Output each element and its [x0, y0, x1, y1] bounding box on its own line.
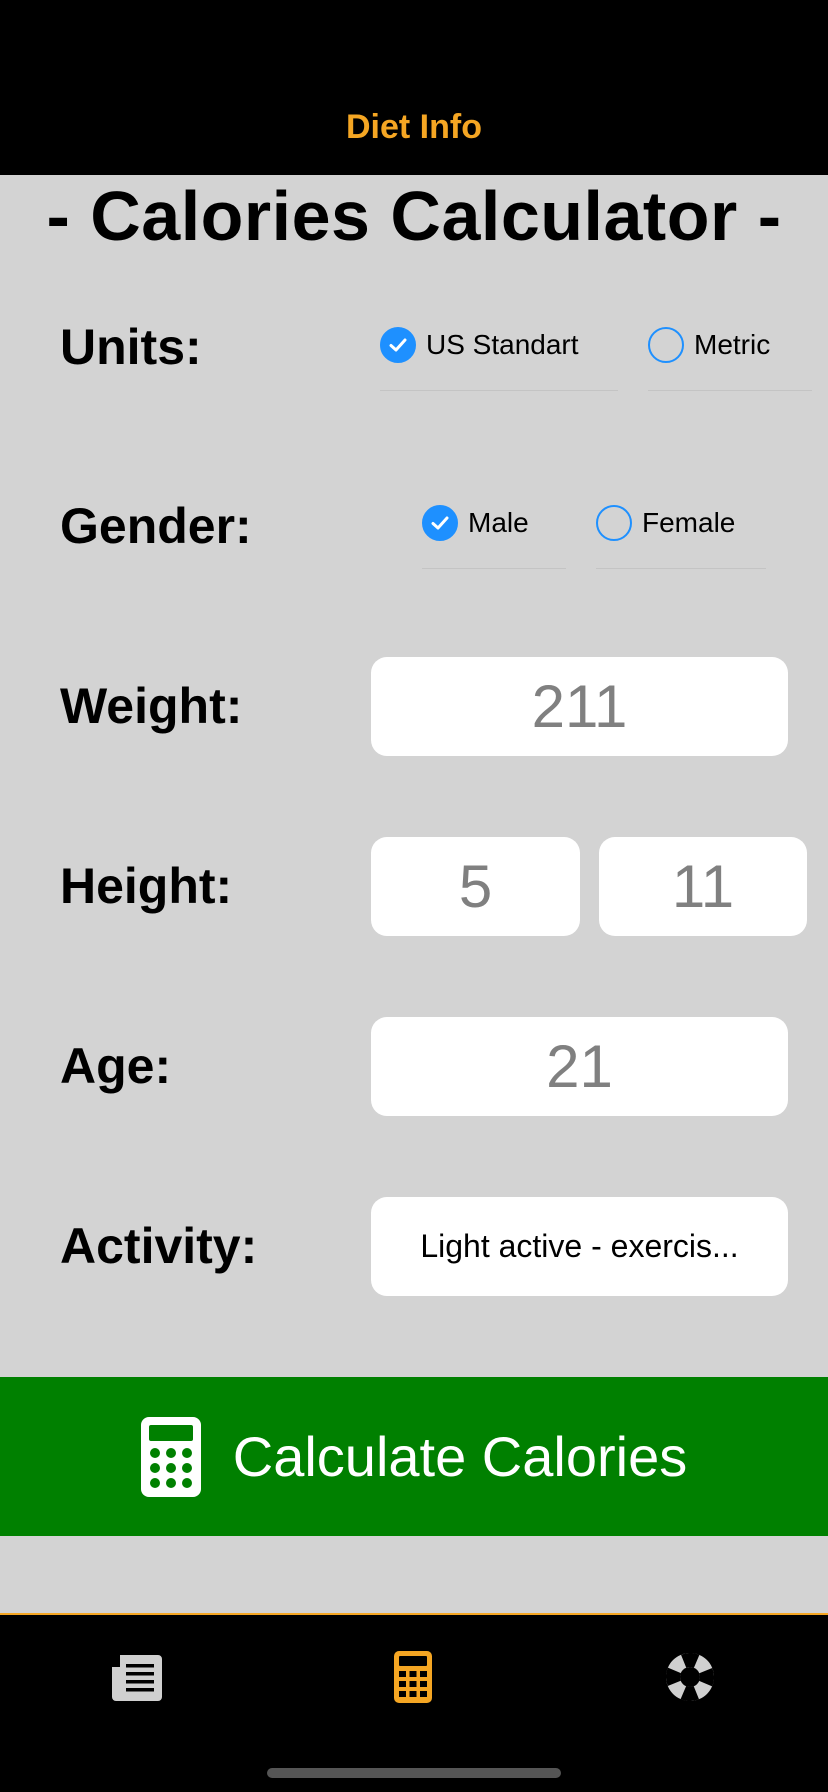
radio-label: Metric [694, 329, 771, 360]
weight-input[interactable]: 211 [371, 657, 788, 756]
units-us-standard-radio[interactable]: US Standart [380, 320, 579, 370]
radio-checked-icon [422, 505, 458, 541]
height-feet-input[interactable]: 5 [371, 837, 580, 936]
activity-select[interactable]: Light active - exercis... [371, 1197, 788, 1296]
nav-title: Diet Info [346, 108, 482, 146]
weight-label: Weight: [60, 678, 243, 734]
calculate-calories-label: Calculate Calories [232, 1425, 688, 1488]
age-input[interactable]: 21 [371, 1017, 788, 1116]
tab-bar [0, 1613, 828, 1792]
activity-label: Activity: [60, 1218, 258, 1274]
navigation-bar: Diet Info [0, 0, 828, 175]
radio-label: Female [642, 507, 736, 538]
units-metric-radio[interactable]: Metric [648, 320, 770, 370]
radio-checked-icon [380, 327, 416, 363]
radio-label: Male [468, 507, 529, 538]
article-icon [112, 1655, 162, 1701]
calculate-calories-button[interactable]: Calculate Calories [0, 1377, 828, 1536]
tab-articles[interactable] [110, 1651, 170, 1711]
divider [380, 390, 618, 391]
radio-unchecked-icon [648, 327, 684, 363]
divider [648, 390, 812, 391]
radio-label: US Standart [426, 329, 579, 360]
divider [596, 568, 766, 569]
calculator-icon [140, 1416, 201, 1497]
height-label: Height: [60, 858, 233, 914]
calculator-icon [394, 1651, 432, 1703]
units-label: Units: [60, 319, 202, 375]
radio-unchecked-icon [596, 505, 632, 541]
tab-help[interactable] [664, 1651, 724, 1711]
divider [422, 568, 566, 569]
gender-male-radio[interactable]: Male [422, 498, 529, 548]
height-inches-input[interactable]: 11 [599, 837, 807, 936]
gender-female-radio[interactable]: Female [596, 498, 735, 548]
tab-calculator[interactable] [394, 1651, 454, 1711]
gender-label: Gender: [60, 498, 252, 554]
age-label: Age: [60, 1038, 172, 1094]
page-title: - Calories Calculator - [46, 177, 782, 255]
home-indicator [267, 1768, 561, 1778]
lifebuoy-icon [666, 1653, 714, 1701]
